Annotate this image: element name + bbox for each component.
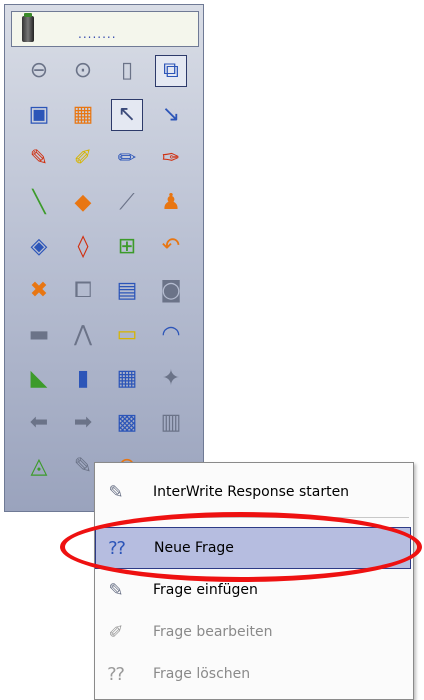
- menu-item-insert-question[interactable]: ✎ Frage einfügen: [95, 569, 413, 611]
- save-icon[interactable]: ▥: [155, 407, 187, 439]
- grid-page-icon[interactable]: ▦: [111, 363, 143, 395]
- protractor-icon[interactable]: ◠: [155, 319, 187, 351]
- ruler-icon[interactable]: ▭: [111, 319, 143, 351]
- text-abc-icon[interactable]: ⊞: [111, 231, 143, 263]
- pointer-pen-icon[interactable]: ↘: [155, 99, 187, 131]
- minus-circle-icon[interactable]: ⊖: [23, 55, 55, 87]
- highlighter-icon[interactable]: ✐: [67, 143, 99, 175]
- spell-pen-icon[interactable]: ✎: [23, 143, 55, 175]
- context-menu: ✎ InterWrite Response starten ⁇ Neue Fra…: [94, 462, 414, 700]
- line-pen-icon[interactable]: ╲: [23, 187, 55, 219]
- menu-item-new-question[interactable]: ⁇ Neue Frage: [95, 527, 411, 569]
- fill-bucket-icon[interactable]: ◈: [23, 231, 55, 263]
- shapes-icon[interactable]: ◆: [67, 187, 99, 219]
- whiteboard-icon[interactable]: ▣: [23, 99, 55, 131]
- camera-icon[interactable]: ◙: [155, 275, 187, 307]
- response-remote-icon: ✎: [108, 481, 124, 503]
- back-arrow-icon[interactable]: ⬅: [23, 407, 55, 439]
- palette-header[interactable]: ........: [11, 11, 199, 47]
- menu-item-label: Neue Frage: [154, 540, 234, 556]
- delete-question-icon: ⁇: [107, 663, 125, 685]
- stamp-icon[interactable]: ♟: [155, 187, 187, 219]
- set-square-icon[interactable]: ◣: [23, 363, 55, 395]
- color-palette-icon[interactable]: ▦: [67, 99, 99, 131]
- mouse-icon[interactable]: ▯: [111, 55, 143, 87]
- menu-item-label: InterWrite Response starten: [153, 484, 350, 500]
- copy-icon[interactable]: ⧠: [67, 275, 99, 307]
- menu-item-label: Frage löschen: [153, 666, 251, 682]
- menu-item-delete-question: ⁇ Frage löschen: [95, 653, 413, 695]
- blank-page-icon[interactable]: ▮: [67, 363, 99, 395]
- pen-grip-icon[interactable]: [22, 13, 34, 42]
- forward-arrow-icon[interactable]: ➡: [67, 407, 99, 439]
- clipart-icon[interactable]: ✦: [155, 363, 187, 395]
- screen-icon[interactable]: ▤: [111, 275, 143, 307]
- menu-item-label: Frage bearbeiten: [153, 624, 273, 640]
- undo-icon[interactable]: ↶: [155, 231, 187, 263]
- arrow-cursor-icon[interactable]: ↖: [111, 99, 143, 131]
- header-dots: ........: [78, 27, 117, 41]
- insert-question-icon: ✎: [108, 579, 124, 601]
- edit-question-icon: ✐: [108, 621, 124, 643]
- eraser-icon[interactable]: ◊: [67, 231, 99, 263]
- tool-palette: ........ ⊖ ⊙ ▯ ⧉ ▣ ▦ ↖ ↘ ✎ ✐ ✏ ✑ ╲ ◆ ⟋ ♟…: [4, 4, 204, 512]
- menu-separator: [151, 517, 409, 518]
- menu-item-start-response[interactable]: ✎ InterWrite Response starten: [95, 471, 413, 513]
- new-question-icon: ⁇: [108, 537, 126, 559]
- keyboard-icon[interactable]: ▩: [111, 407, 143, 439]
- menu-item-edit-question: ✐ Frage bearbeiten: [95, 611, 413, 653]
- chevron-down-circle-icon[interactable]: ⊙: [67, 55, 99, 87]
- marker-icon[interactable]: ✏: [111, 143, 143, 175]
- page-stack-icon[interactable]: ⧉: [155, 55, 187, 87]
- menu-item-label: Frage einfügen: [153, 582, 258, 598]
- compass-icon[interactable]: ⋀: [67, 319, 99, 351]
- scale-icon[interactable]: ◬: [23, 451, 55, 483]
- slides-icon[interactable]: ▬: [23, 319, 55, 351]
- stylus-icon[interactable]: ⟋: [111, 187, 143, 219]
- delete-x-icon[interactable]: ✖: [23, 275, 55, 307]
- crayon-icon[interactable]: ✑: [155, 143, 187, 175]
